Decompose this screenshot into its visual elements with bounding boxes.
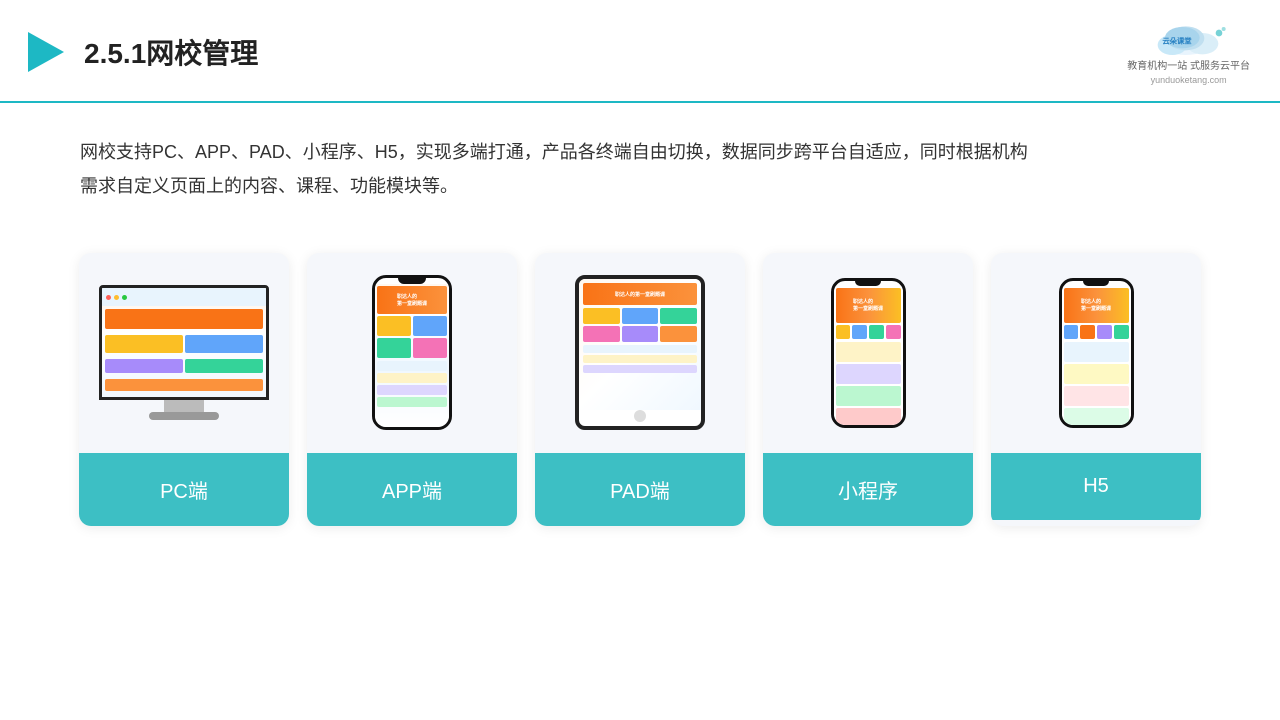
tablet-screen: 职达人的第一堂刷题课	[579, 279, 701, 410]
phone-tall-screen-mini: 职达人的第一堂刷题课	[834, 286, 903, 425]
monitor-stand	[164, 400, 204, 412]
card-mini-label: 小程序	[763, 453, 973, 526]
card-mini: 职达人的第一堂刷题课 小程序	[763, 253, 973, 526]
play-icon	[20, 28, 68, 76]
card-app: 职达人的第一堂刷题课 APP端	[307, 253, 517, 526]
logo-area: 云朵课堂 教育机构一站 式服务云平台 yunduoketang.com	[1127, 18, 1250, 87]
card-app-label: APP端	[307, 453, 517, 526]
phone-device-app: 职达人的第一堂刷题课	[372, 275, 452, 430]
card-app-image: 职达人的第一堂刷题课	[307, 253, 517, 453]
card-pc-label: PC端	[79, 453, 289, 526]
card-pad-label: PAD端	[535, 453, 745, 526]
phone-tall-device-mini: 职达人的第一堂刷题课	[831, 278, 906, 428]
card-pc-image	[79, 253, 289, 453]
card-h5: 职达人的第一堂刷题课 H5	[991, 253, 1201, 526]
card-h5-label: H5	[991, 453, 1201, 520]
description-line2: 需求自定义页面上的内容、课程、功能模块等。	[80, 169, 1200, 203]
monitor-device	[99, 285, 269, 420]
card-pad: 职达人的第一堂刷题课 PAD端	[535, 253, 745, 526]
card-mini-image: 职达人的第一堂刷题课	[763, 253, 973, 453]
monitor-screen	[99, 285, 269, 400]
phone-tall-device-h5: 职达人的第一堂刷题课	[1059, 278, 1134, 428]
page-title: 2.5.1网校管理	[84, 32, 258, 72]
cloud-logo-icon: 云朵课堂	[1149, 18, 1229, 58]
logo-url: yunduoketang.com	[1127, 74, 1250, 87]
description-line1: 网校支持PC、APP、PAD、小程序、H5，实现多端打通，产品各终端自由切换，数…	[80, 135, 1200, 169]
phone-notch	[398, 278, 426, 284]
description-text: 网校支持PC、APP、PAD、小程序、H5，实现多端打通，产品各终端自由切换，数…	[0, 103, 1280, 203]
header-left: 2.5.1网校管理	[20, 28, 258, 76]
card-pc: PC端	[79, 253, 289, 526]
header: 2.5.1网校管理 云朵课堂 教育机构一站 式服务云平台 yunduoketan…	[0, 0, 1280, 103]
phone-screen: 职达人的第一堂刷题课	[375, 284, 449, 427]
card-pad-image: 职达人的第一堂刷题课	[535, 253, 745, 453]
svg-text:云朵课堂: 云朵课堂	[1162, 37, 1192, 46]
tablet-device: 职达人的第一堂刷题课	[575, 275, 705, 430]
monitor-base	[149, 412, 219, 420]
tablet-home-button	[634, 410, 646, 422]
phone-tall-screen-h5: 职达人的第一堂刷题课	[1062, 286, 1131, 425]
card-h5-image: 职达人的第一堂刷题课	[991, 253, 1201, 453]
logo-tagline: 教育机构一站 式服务云平台 yunduoketang.com	[1127, 60, 1250, 87]
cards-container: PC端 职达人的第一堂刷题课	[0, 213, 1280, 526]
